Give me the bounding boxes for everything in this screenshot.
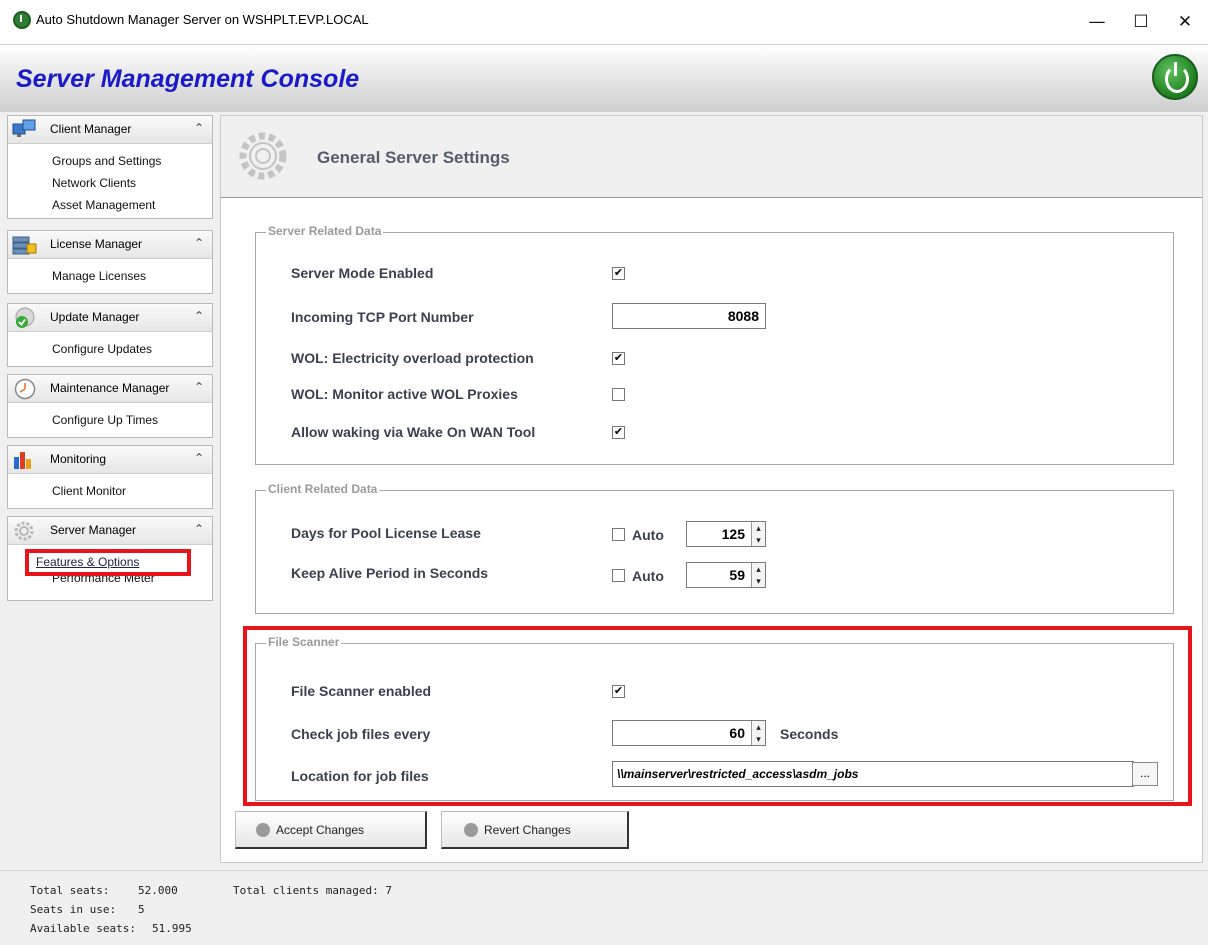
collapse-chevron-icon[interactable]: ⌃ [194,236,204,250]
sidebar-group-label: Client Manager [50,122,132,136]
sidebar-group-label: Monitoring [50,452,107,466]
console-title: Server Management Console [16,65,360,93]
close-button[interactable]: ✕ [1162,0,1208,44]
highlight-box-file-scanner [243,626,1192,806]
collapse-chevron-icon[interactable]: ⌃ [194,451,204,465]
keep-alive-spinner[interactable]: ▴ ▾ [751,563,765,587]
seats-in-use-label: Seats in use: [30,903,117,916]
sidebar-group-header[interactable]: Update Manager ⌃ [8,304,212,332]
wol-overload-checkbox[interactable]: ✔ [612,352,625,365]
console-header: Server Management Console [0,44,1208,112]
pool-lease-spinner[interactable]: ▴ ▾ [751,522,765,546]
sidebar-group-maintenance-manager: Maintenance Manager ⌃ Configure Up Times [7,374,213,438]
wol-overload-label: WOL: Electricity overload protection [291,350,534,366]
revert-changes-button[interactable]: Revert Changes [441,811,629,849]
wol-proxies-checkbox[interactable] [612,388,625,401]
collapse-chevron-icon[interactable]: ⌃ [194,309,204,323]
check-circle-icon [256,823,270,837]
sidebar-item-manage-licenses[interactable]: Manage Licenses [8,265,212,287]
license-manager-icon [12,236,37,255]
keep-alive-auto-label: Auto [632,568,664,584]
settings-gear-icon [239,132,287,180]
sidebar-group-header[interactable]: Server Manager ⌃ [8,517,212,545]
main-content: General Server Settings Server Related D… [220,115,1203,863]
wake-on-wan-label: Allow waking via Wake On WAN Tool [291,424,536,440]
keep-alive-label: Keep Alive Period in Seconds [291,565,489,581]
sidebar-item-client-monitor[interactable]: Client Monitor [8,480,212,502]
title-bar: Auto Shutdown Manager Server on WSHPLT.E… [0,0,1208,44]
sidebar-group-header[interactable]: Maintenance Manager ⌃ [8,375,212,403]
total-seats-value: 52.000 [138,884,178,897]
sidebar-item-network-clients[interactable]: Network Clients [8,172,212,194]
sidebar-item-groups-and-settings[interactable]: Groups and Settings [8,150,212,172]
wol-proxies-label: WOL: Monitor active WOL Proxies [291,386,518,402]
window-title: Auto Shutdown Manager Server on WSHPLT.E… [36,12,369,27]
server-mode-checkbox[interactable]: ✔ [612,267,625,280]
page-title: General Server Settings [317,148,510,167]
monitoring-chart-icon [14,452,31,469]
update-manager-icon [15,307,35,328]
tcp-port-input[interactable]: 8088 [612,303,766,329]
settings-panel: Server Related Data Server Mode Enabled … [220,197,1203,863]
sidebar-group-update-manager: Update Manager ⌃ Configure Updates [7,303,213,367]
sidebar-group-monitoring: Monitoring ⌃ Client Monitor [7,445,213,509]
seats-in-use-value: 5 [138,903,145,916]
power-logo-icon [1152,54,1198,100]
sidebar-group-label: Maintenance Manager [50,381,170,395]
total-clients-text: Total clients managed: 7 [233,884,392,897]
client-related-group: Client Related Data Days for Pool Licens… [255,482,1174,614]
sidebar-group-header[interactable]: Monitoring ⌃ [8,446,212,474]
maintenance-clock-icon [14,378,36,400]
group-title: Server Related Data [266,224,384,238]
pool-lease-auto-label: Auto [632,527,664,543]
collapse-chevron-icon[interactable]: ⌃ [194,522,204,536]
button-label: Revert Changes [484,823,571,837]
sidebar-group-label: Update Manager [50,310,140,324]
group-title: Client Related Data [266,482,380,496]
sidebar-group-label: Server Manager [50,523,137,537]
sidebar: Client Manager ⌃ Groups and Settings Net… [0,112,220,870]
client-manager-icon [12,119,36,137]
sidebar-group-header[interactable]: Client Manager ⌃ [8,116,212,144]
sidebar-group-client-manager: Client Manager ⌃ Groups and Settings Net… [7,115,213,219]
sidebar-group-label: License Manager [50,237,143,251]
available-seats-value: 51.995 [152,922,192,935]
page-header: General Server Settings [220,115,1203,197]
tcp-port-label: Incoming TCP Port Number [291,309,474,325]
app-power-icon [13,11,31,29]
accept-changes-button[interactable]: Accept Changes [235,811,427,849]
sidebar-item-asset-management[interactable]: Asset Management [8,194,212,216]
server-manager-gear-icon [14,521,34,541]
server-mode-label: Server Mode Enabled [291,265,434,281]
collapse-chevron-icon[interactable]: ⌃ [194,380,204,394]
pool-lease-label: Days for Pool License Lease [291,525,481,541]
collapse-chevron-icon[interactable]: ⌃ [194,121,204,135]
sidebar-group-license-manager: License Manager ⌃ Manage Licenses [7,230,213,294]
keep-alive-auto-checkbox[interactable] [612,569,625,582]
status-bar: Total seats: 52.000 Seats in use: 5 Avai… [0,870,1208,945]
highlight-box-features-options [25,549,191,576]
sidebar-group-header[interactable]: License Manager ⌃ [8,231,212,259]
app-window: Auto Shutdown Manager Server on WSHPLT.E… [0,0,1208,945]
total-seats-label: Total seats: [30,884,110,897]
sidebar-item-configure-up-times[interactable]: Configure Up Times [8,409,212,431]
sidebar-item-configure-updates[interactable]: Configure Updates [8,338,212,360]
button-label: Accept Changes [276,823,365,837]
maximize-button[interactable]: ☐ [1118,0,1164,44]
server-related-group: Server Related Data Server Mode Enabled … [255,224,1174,465]
revert-circle-icon [464,823,478,837]
minimize-button[interactable]: — [1074,0,1120,44]
wake-on-wan-checkbox[interactable]: ✔ [612,426,625,439]
pool-lease-auto-checkbox[interactable] [612,528,625,541]
available-seats-label: Available seats: [30,922,136,935]
